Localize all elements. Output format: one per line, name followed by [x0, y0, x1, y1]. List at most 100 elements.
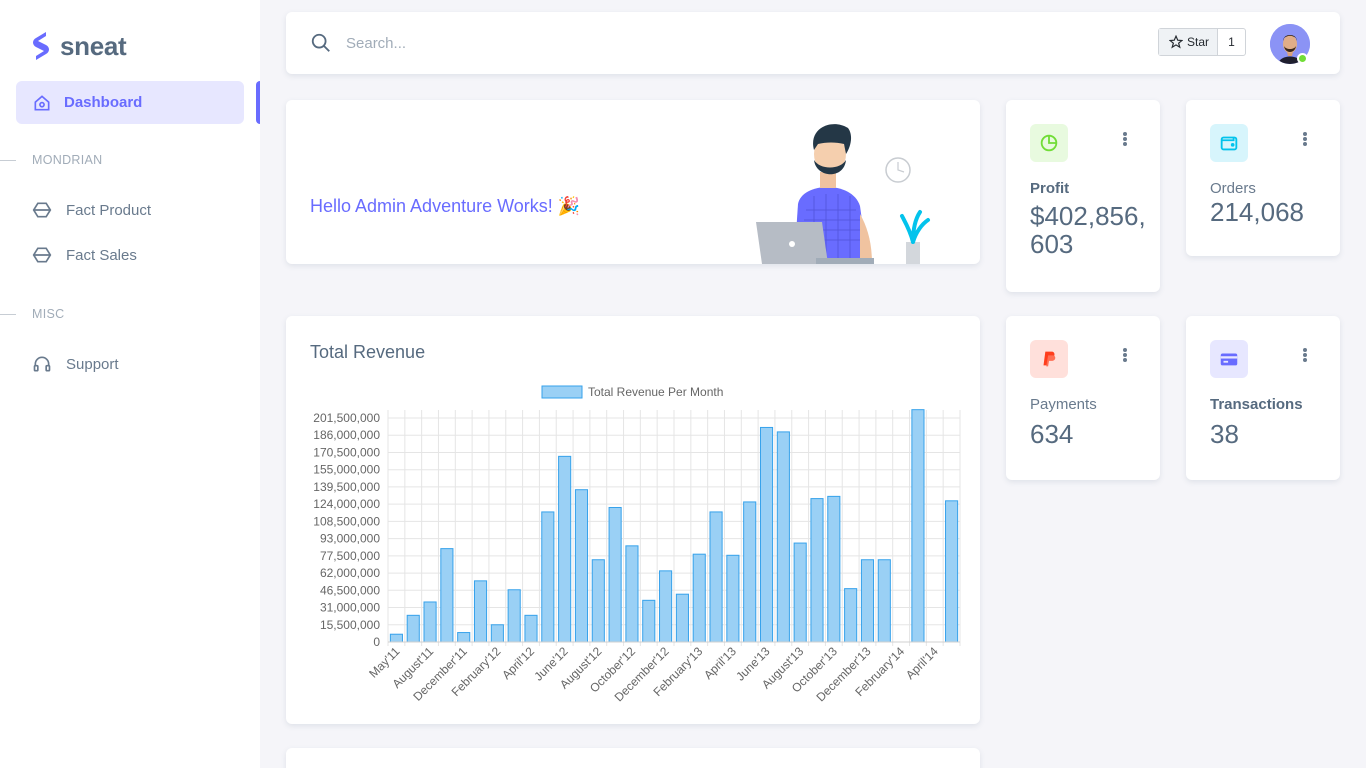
paypal-icon	[1043, 351, 1056, 367]
stat-icon-box	[1210, 340, 1248, 378]
next-card	[286, 748, 980, 768]
star-count[interactable]: 1	[1218, 29, 1245, 55]
chart-bar	[389, 633, 403, 643]
online-status-dot	[1297, 53, 1308, 64]
headphones-icon	[33, 356, 51, 372]
y-tick-label: 15,500,000	[320, 618, 380, 632]
y-tick-label: 77,500,000	[320, 549, 380, 563]
chart-bar	[642, 599, 656, 643]
sidebar-item-label: Fact Product	[66, 201, 152, 219]
y-tick-label: 124,000,000	[313, 497, 380, 511]
sidebar-item-label: Fact Sales	[66, 246, 137, 264]
star-label: Star	[1187, 35, 1210, 49]
chart-bar	[591, 559, 605, 643]
stat-value: 214,068	[1210, 197, 1304, 227]
sidebar-item-label: Support	[66, 355, 119, 373]
legend-swatch	[541, 385, 583, 399]
chart-bar	[810, 498, 824, 643]
stat-label: Orders	[1210, 180, 1256, 197]
chart-bar	[507, 589, 521, 643]
y-tick-label: 31,000,000	[320, 601, 380, 615]
pie-chart-icon	[1040, 134, 1058, 152]
x-tick-label: April'12	[499, 644, 537, 682]
chart-bar	[844, 588, 858, 643]
chart-bar	[423, 601, 437, 643]
x-tick-label: April'14	[903, 644, 941, 682]
sidebar-item-label: Dashboard	[64, 94, 143, 111]
chart-bar	[860, 559, 875, 643]
chart-bar	[406, 614, 420, 643]
legend-label: Total Revenue Per Month	[588, 385, 723, 399]
sidebar-item-fact-product[interactable]: Fact Product	[32, 200, 151, 220]
chart-bar	[524, 614, 538, 643]
y-tick-label: 0	[373, 635, 380, 649]
chart-bar	[675, 593, 689, 643]
chart-bar	[827, 495, 841, 643]
y-tick-label: 186,000,000	[313, 428, 380, 442]
man-with-laptop-illustration	[756, 124, 930, 264]
search-icon	[311, 33, 330, 52]
welcome-message: Hello Admin Adventure Works! 🎉	[310, 196, 581, 216]
search-input[interactable]	[346, 31, 746, 55]
cube-icon	[32, 247, 52, 263]
more-options-icon[interactable]	[1120, 346, 1130, 364]
y-tick-label: 62,000,000	[320, 566, 380, 580]
stat-value: 38	[1210, 419, 1239, 449]
chart-bar	[473, 580, 488, 643]
chart-bar	[945, 500, 959, 643]
chart-bar	[625, 545, 639, 643]
y-tick-label: 46,500,000	[320, 583, 380, 597]
chart-bar	[877, 559, 891, 643]
stat-value: 634	[1030, 419, 1074, 449]
stat-card-transactions: Transactions 38	[1186, 316, 1340, 480]
welcome-card: Hello Admin Adventure Works! 🎉	[286, 100, 980, 264]
brand-logo-icon	[33, 32, 49, 60]
top-navbar: Star 1	[286, 12, 1340, 74]
menu-header-mondrian: MONDRIAN	[0, 153, 102, 167]
y-tick-label: 201,500,000	[313, 411, 380, 425]
chart-bar	[440, 548, 454, 643]
revenue-title: Total Revenue	[310, 342, 426, 362]
more-options-icon[interactable]	[1120, 130, 1130, 148]
chart-bar	[793, 542, 807, 643]
x-tick-label: April'13	[701, 644, 739, 682]
chart-bar	[726, 554, 740, 643]
sidebar: sneat Dashboard MONDRIAN Fact Product Fa…	[0, 0, 260, 768]
y-tick-label: 139,500,000	[313, 480, 380, 494]
chart-bar	[558, 455, 572, 643]
star-icon	[1169, 35, 1183, 49]
chart-bar	[911, 409, 925, 643]
total-revenue-card: Total Revenue Total Revenue Per Month 0 15…	[286, 316, 980, 724]
stat-card-profit: Profit $402,856,603	[1006, 100, 1160, 292]
revenue-bar-chart: Total Revenue Per Month 0 15,500,000 31,000…	[313, 385, 961, 704]
chart-bar	[692, 553, 706, 643]
more-options-icon[interactable]	[1300, 346, 1310, 364]
chart-bar	[608, 506, 622, 643]
brand[interactable]: sneat	[30, 30, 127, 62]
sidebar-item-support[interactable]: Support	[32, 354, 119, 374]
stat-value: $402,856,603	[1030, 201, 1146, 259]
stat-label: Payments	[1030, 396, 1097, 413]
chart-bar	[759, 426, 774, 643]
stat-label: Profit	[1030, 180, 1070, 197]
chart-bar	[776, 431, 790, 643]
y-tick-label: 93,000,000	[320, 532, 380, 546]
star-button[interactable]: Star	[1159, 29, 1219, 55]
chart-bar	[541, 511, 555, 643]
sidebar-item-dashboard[interactable]: Dashboard	[16, 81, 244, 124]
more-options-icon[interactable]	[1300, 130, 1310, 148]
y-tick-label: 155,000,000	[313, 463, 380, 477]
brand-name: sneat	[60, 30, 127, 61]
stat-icon-box	[1030, 340, 1068, 378]
stat-card-orders: Orders 214,068	[1186, 100, 1340, 256]
stat-icon-box	[1210, 124, 1248, 162]
stat-card-payments: Payments 634	[1006, 316, 1160, 480]
wallet-icon	[1220, 136, 1238, 151]
y-tick-label: 108,500,000	[313, 514, 380, 528]
sidebar-item-fact-sales[interactable]: Fact Sales	[32, 245, 137, 265]
y-tick-label: 170,500,000	[313, 445, 380, 459]
home-icon	[34, 94, 50, 110]
chart-bar	[457, 632, 471, 643]
menu-header-misc: MISC	[0, 307, 64, 321]
github-star-button[interactable]: Star 1	[1158, 28, 1246, 56]
